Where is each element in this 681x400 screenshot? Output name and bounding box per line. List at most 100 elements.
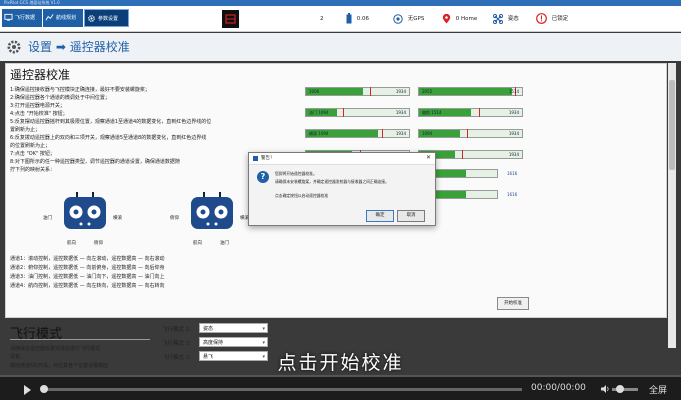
volume-icon[interactable] (600, 384, 610, 394)
warning-dialog: 警告！ ✕ ? 您即将开始遥控器校准。 请确保未安装螺旋桨，并确定遥控器发射器与… (248, 152, 436, 226)
channel-bar-value: 1616 (507, 192, 518, 197)
scrollbar-thumb[interactable] (669, 80, 675, 170)
alert-icon (536, 13, 547, 24)
instruction-line: 置刷新为止； (10, 127, 41, 133)
channel-bar-value: 1934 (395, 89, 406, 94)
channel-bar-label: 油门 1094 (309, 110, 329, 115)
arm-status[interactable]: 已锁定 (536, 13, 568, 25)
chevron-down-icon: ▾ (262, 326, 265, 332)
video-progress-bar[interactable] (0, 375, 681, 377)
channel-bar: 横滚 1094 1934 (305, 129, 410, 138)
start-calibration-button[interactable]: 开始校准 (497, 297, 529, 310)
channel-bar-label: 1094 (422, 131, 433, 136)
channel-bar-marker (382, 129, 384, 138)
channel-note: 通道2：俯仰控制，遥控数据低 — 向前俯身，遥控数据高 — 向后仰身 (10, 265, 165, 271)
battery-status: 0.06 (346, 13, 369, 25)
fullscreen-button[interactable]: 全屏 (649, 383, 667, 396)
drone-icon (493, 13, 503, 24)
question-icon: ? (257, 171, 269, 183)
channel-note: 通道3：油门控制，遥控数据低 — 油门向下，遥控数据高 — 油门向上 (10, 274, 165, 280)
instruction-line: 的位置刷新为止； (10, 143, 51, 149)
rc-controller-mode1-icon (191, 192, 233, 229)
channel-bar-value: 1934 (395, 110, 406, 115)
section-divider (10, 339, 150, 340)
channel-bar-label: 偏航 1514 (422, 110, 442, 115)
section-title: 遥控器校准 (10, 68, 71, 82)
gps-icon (393, 13, 403, 24)
channel-bar-label: 1006 (309, 89, 320, 94)
instruction-line: 5:反复摆动遥控器摇杆到其极限位置，观察通道1至通道4的数据变化，直到红色边界线… (10, 119, 212, 125)
instruction-line: 7:点击 "OK" 按钮； (10, 151, 55, 157)
instruction-line: 2:确保遥控器各个通道的微调处于中间位置； (10, 95, 110, 101)
monitor-icon (4, 13, 13, 21)
tab-route-planning[interactable]: 航线规划 (43, 9, 83, 27)
cancel-button[interactable]: 取消 (397, 210, 425, 222)
top-toolbar: 飞行数据 航线规划 参数设置 2 0.06 无GPS 0 Home 姿态 已锁定 (0, 6, 681, 32)
instruction-line: 拧下列的映射关系： (10, 167, 56, 173)
ok-button[interactable]: 确定 (366, 210, 394, 222)
channel-bar-fill (419, 88, 512, 95)
tab-flight-data[interactable]: 飞行数据 (2, 9, 42, 27)
flight-mode-2-select[interactable]: 高度保持 ▾ (199, 337, 268, 347)
seek-track[interactable] (44, 388, 522, 391)
satellite-count: 2 (320, 16, 324, 22)
channel-bar-label: 2055 (422, 89, 433, 94)
gear-icon (88, 15, 95, 22)
stick-label: 航向 (193, 241, 202, 246)
gps-status: 无GPS (393, 13, 424, 25)
channel-note: 通道4：航向控制，遥控数据低 — 向左转向，遥控数据高 — 向右转向 (10, 283, 165, 289)
close-icon[interactable]: ✕ (426, 154, 431, 161)
app-icon (253, 156, 258, 161)
seek-handle[interactable] (40, 385, 48, 393)
instruction-line: 1:确保遥控接收器与飞控模块正确连接，最好不要安装螺旋桨； (10, 87, 150, 93)
stick-label: 俯仰 (94, 241, 103, 246)
channel-bar-marker (478, 108, 480, 117)
channel-bar: 1006 1934 (305, 87, 410, 96)
rc-controller-mode2-icon (64, 192, 106, 229)
tab-label: 参数设置 (98, 16, 119, 22)
dialog-message: 点击确定按钮以启动遥控器校准 (275, 193, 329, 198)
channel-bar: 1094 1934 (418, 129, 523, 138)
stick-label: 油门 (43, 216, 52, 221)
tab-label: 飞行数据 (15, 15, 36, 21)
channel-bar: 2055 1514 (418, 87, 523, 96)
home-status: 0 Home (442, 13, 477, 25)
tab-label: 航线规划 (56, 15, 77, 21)
flight-mode-1-select[interactable]: 姿态 ▾ (199, 323, 268, 333)
breadcrumb-current: 遥控器校准 (69, 40, 130, 54)
channel-bar-marker (462, 150, 464, 159)
channel-bar-value: 1934 (508, 110, 519, 115)
flight-mode-label: 飞行模式 2: (162, 341, 192, 347)
channel-bar-value: 1616 (507, 171, 518, 176)
instruction-line: 3:打开遥控器电源开关； (10, 103, 65, 109)
dialog-title-bar: 警告！ ✕ (249, 153, 435, 165)
stick-label: 俯仰 (170, 216, 179, 221)
channel-bar-value: 1934 (508, 131, 519, 136)
window-title: PixPilot GCS 地面站系统 V1.0 (4, 0, 60, 5)
breadcrumb-root-link[interactable]: 设置 (28, 40, 52, 54)
stick-label: 航向 (67, 241, 76, 246)
instruction-line: 8:对下图所示的任一种遥控器类型，调节遥控器的通道设置，确保通道数据随 (10, 159, 180, 165)
tab-parameter-settings[interactable]: 参数设置 (84, 9, 129, 27)
channel-bar-value: 1934 (508, 152, 519, 157)
flight-mode-label: 飞行模式 1: (162, 327, 192, 333)
battery-icon (346, 13, 352, 24)
dialog-title: 警告！ (261, 156, 275, 161)
channel-bar-marker (467, 129, 469, 138)
instruction-line: 6:反复拨动遥控器上的双向和三项开关，观察通道5至通道8的数据变化，直到红色边界… (10, 135, 207, 141)
video-time: 00:00/00:00 (531, 383, 586, 393)
chevron-down-icon: ▾ (262, 340, 265, 346)
video-subtitle: 点击开始校准 (277, 352, 404, 374)
instruction-line: 4:点击 "开始校准" 按钮； (10, 111, 68, 117)
channel-bar-value: 1934 (395, 131, 406, 136)
channel-bar: 油门 1094 1934 (305, 108, 410, 117)
stick-label: 油门 (220, 241, 229, 246)
dialog-message: 您即将开始遥控器校准。 (275, 171, 317, 176)
channel-bar-marker (343, 108, 345, 117)
chart-line-icon (45, 14, 54, 21)
settings-gear-icon (7, 40, 21, 54)
stick-label: 横滚 (113, 216, 122, 221)
volume-handle[interactable] (616, 385, 624, 393)
dialog-message: 请确保未安装螺旋桨，并确定遥控器发射器与接收器之间正确连接。 (275, 179, 389, 184)
play-icon[interactable] (24, 385, 31, 395)
